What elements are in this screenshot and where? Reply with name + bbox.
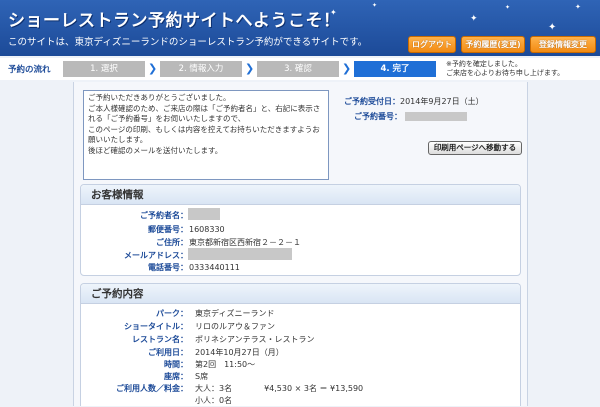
- site-header: ショーレストラン予約サイトへようこそ！ このサイトは、東京ディズニーランドのショ…: [0, 0, 600, 56]
- sparkle-icon: ✦: [372, 2, 378, 9]
- time-row: 時間：: [78, 359, 188, 371]
- step-input: 2. 情報入力: [160, 61, 242, 77]
- field-value: ポリネシアンテラス・レストラン: [195, 335, 315, 344]
- field-value: 東京ディズニーランド: [195, 309, 275, 318]
- field-label: ご利用日：: [148, 348, 188, 357]
- customer-name-row: ご予約者名：: [78, 210, 188, 222]
- sparkle-icon: ✦: [505, 4, 511, 11]
- date-row: ご利用日：: [78, 347, 188, 359]
- completion-note: ※予約を確定しました。 ご来店を心よりお待ち申し上げます。: [446, 60, 565, 77]
- field-label: 郵便番号：: [148, 225, 188, 234]
- field-label: パーク：: [156, 309, 188, 318]
- postal-code-row: 郵便番号：: [78, 224, 188, 236]
- field-value: 2014年10月27日（月）: [195, 348, 284, 357]
- site-subtitle: このサイトは、東京ディズニーランドのショーレストラン予約ができるサイトです。: [8, 37, 368, 48]
- field-value: S席: [195, 372, 209, 381]
- field-label: 電話番号：: [148, 263, 188, 272]
- reservation-date: ご予約受付日：2014年9月27日（土）: [344, 96, 484, 107]
- field-label: ご住所：: [156, 238, 188, 247]
- field-label: メールアドレス：: [124, 251, 188, 260]
- step-select: 1. 選択: [63, 61, 145, 77]
- sparkle-icon: ✦: [470, 14, 478, 24]
- restaurant-row: レストラン名：: [78, 334, 188, 346]
- sparkle-icon: ✦: [548, 22, 557, 33]
- field-value: 第2回 11:50～: [195, 360, 256, 369]
- email-row: メールアドレス：: [78, 250, 188, 262]
- seat-row: 座席：: [78, 371, 188, 383]
- party-size-row: ご利用人数／料金：: [78, 383, 188, 395]
- redacted-reservation-number: [404, 112, 467, 121]
- phone-row: 電話番号：: [78, 262, 188, 274]
- field-value: 大人：3名 ¥4,530 × 3名 ＝ ¥13,590: [195, 384, 364, 393]
- chevron-right-icon: ❯: [245, 62, 255, 75]
- booking-info-heading: ご予約内容: [81, 284, 520, 304]
- field-value: リロのルアウ＆ファン: [195, 322, 275, 331]
- park-row: パーク：: [78, 308, 188, 320]
- address-row: ご住所：: [78, 237, 188, 249]
- chevron-right-icon: ❯: [148, 62, 158, 75]
- logout-button[interactable]: ログアウト: [408, 36, 456, 53]
- field-label: レストラン名：: [132, 335, 188, 344]
- field-label: ご利用人数／料金：: [116, 384, 188, 393]
- field-label: ショータイトル：: [124, 322, 188, 331]
- reservation-number-label: ご予約番号：: [354, 112, 402, 121]
- redacted-email: [188, 248, 292, 260]
- field-value: 0333440111: [189, 263, 240, 272]
- edit-registration-button[interactable]: 登録情報変更: [530, 36, 596, 53]
- redacted-name: [188, 208, 220, 220]
- step-confirm: 3. 確認: [257, 61, 339, 77]
- flow-label: 予約の流れ: [8, 65, 51, 75]
- field-value: 1608330: [189, 225, 225, 234]
- field-label: ご予約者名：: [140, 211, 188, 220]
- confirmation-message: ご予約いただきありがとうございました。 ご本人様確認のため、ご来店の際は「ご予約…: [83, 90, 329, 180]
- reservation-date-label: ご予約受付日：: [344, 97, 400, 106]
- reservation-date-value: 2014年9月27日（土）: [400, 97, 484, 106]
- progress-steps: 予約の流れ 1. 選択 ❯ 2. 情報入力 ❯ 3. 確認 ❯ 4. 完了 ※予…: [0, 58, 600, 80]
- site-title: ショーレストラン予約サイトへようこそ！: [8, 11, 341, 31]
- field-label: 座席：: [164, 372, 188, 381]
- print-page-button[interactable]: 印刷用ページへ移動する: [428, 141, 522, 155]
- chevron-right-icon: ❯: [342, 62, 352, 75]
- show-title-row: ショータイトル：: [78, 321, 188, 333]
- reservation-number: ご予約番号：: [354, 111, 467, 122]
- reservation-history-button[interactable]: 予約履歴(変更): [461, 36, 525, 53]
- step-complete: 4. 完了: [354, 61, 436, 77]
- field-value: 小人：0名: [195, 396, 233, 405]
- customer-info-heading: お客様情報: [81, 185, 520, 205]
- sparkle-icon: ✦: [330, 8, 337, 17]
- field-label: 時間：: [164, 360, 188, 369]
- sparkle-icon: ✦: [575, 3, 581, 11]
